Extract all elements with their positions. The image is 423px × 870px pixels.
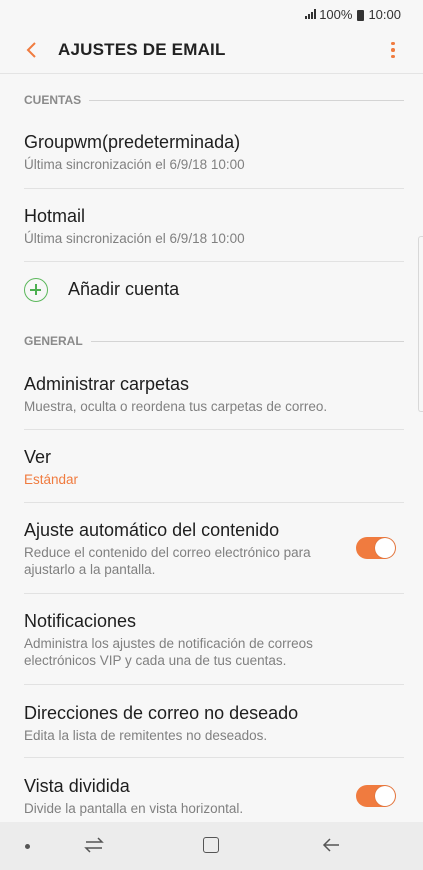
battery-percent: 100%: [319, 6, 353, 22]
back-button[interactable]: [18, 36, 46, 64]
divider: [24, 429, 404, 430]
manage-folders-item[interactable]: Administrar carpetas Muestra, oculta o r…: [0, 373, 423, 415]
toggle-knob: [375, 538, 395, 558]
clock: 10:00: [368, 6, 401, 22]
description-line: electrónicos VIP y cada una de tus cuent…: [24, 653, 287, 668]
divider: [24, 757, 404, 758]
divider: [0, 73, 423, 74]
item-title: Administrar carpetas: [24, 374, 190, 394]
back-arrow-icon[interactable]: [321, 835, 341, 855]
navigation-bar: [0, 822, 423, 870]
spam-addresses-item[interactable]: Direcciones de correo no deseado Edita l…: [0, 702, 423, 744]
divider: [24, 684, 404, 685]
more-options-button[interactable]: [385, 38, 401, 62]
account-name: Groupwm(predeterminada): [24, 132, 241, 152]
section-label: GENERAL: [24, 334, 83, 348]
account-sync-status: Última sincronización el 6/9/18 10:00: [24, 157, 245, 172]
account-sync-status: Última sincronización el 6/9/18 10:00: [24, 231, 245, 246]
section-header-general: GENERAL: [24, 334, 404, 348]
status-bar: 100% 10:00: [0, 0, 423, 28]
item-description: Muestra, oculta o reordena tus carpetas …: [24, 399, 328, 414]
split-view-toggle[interactable]: [356, 785, 396, 807]
divider: [89, 99, 404, 101]
divider: [24, 593, 404, 594]
divider: [24, 261, 404, 262]
page-title: AJUSTES DE EMAIL: [58, 40, 226, 59]
add-account-label: Añadir cuenta: [68, 279, 180, 299]
item-description: Administra los ajustes de notificación d…: [24, 635, 423, 669]
home-icon[interactable]: [203, 837, 219, 853]
nav-dot-icon[interactable]: [25, 844, 30, 849]
divider: [24, 502, 404, 503]
divider: [24, 188, 404, 189]
signal-icon: [305, 9, 317, 19]
view-value: Estándar: [24, 472, 79, 487]
section-label: CUENTAS: [24, 93, 82, 107]
auto-fit-toggle[interactable]: [356, 537, 396, 559]
description-line: Administra los ajustes de notificación d…: [24, 636, 313, 651]
description-line: ajustarlo a la pantalla.: [24, 562, 156, 577]
more-vert-icon: [391, 41, 395, 46]
item-description: Edita la lista de remitentes no deseados…: [24, 728, 268, 743]
section-header-accounts: CUENTAS: [24, 93, 404, 107]
scroll-indicator[interactable]: [418, 236, 423, 412]
account-item-hotmail[interactable]: Hotmail Última sincronización el 6/9/18 …: [0, 205, 423, 247]
notifications-item[interactable]: Notificaciones Administra los ajustes de…: [0, 610, 423, 669]
recent-apps-icon[interactable]: [84, 834, 104, 856]
app-bar: AJUSTES DE EMAIL: [0, 28, 423, 72]
item-title: Ver: [24, 447, 52, 467]
toggle-knob: [375, 786, 395, 806]
account-name: Hotmail: [24, 206, 86, 226]
chevron-left-icon: [26, 42, 36, 58]
item-title: Direcciones de correo no deseado: [24, 703, 299, 723]
add-circle-icon: [24, 278, 48, 302]
divider: [90, 340, 404, 342]
battery-icon: [357, 9, 365, 21]
item-title: Notificaciones: [24, 611, 137, 631]
account-item-groupwm[interactable]: Groupwm(predeterminada) Última sincroniz…: [0, 131, 423, 173]
view-item[interactable]: Ver Estándar: [0, 446, 423, 488]
